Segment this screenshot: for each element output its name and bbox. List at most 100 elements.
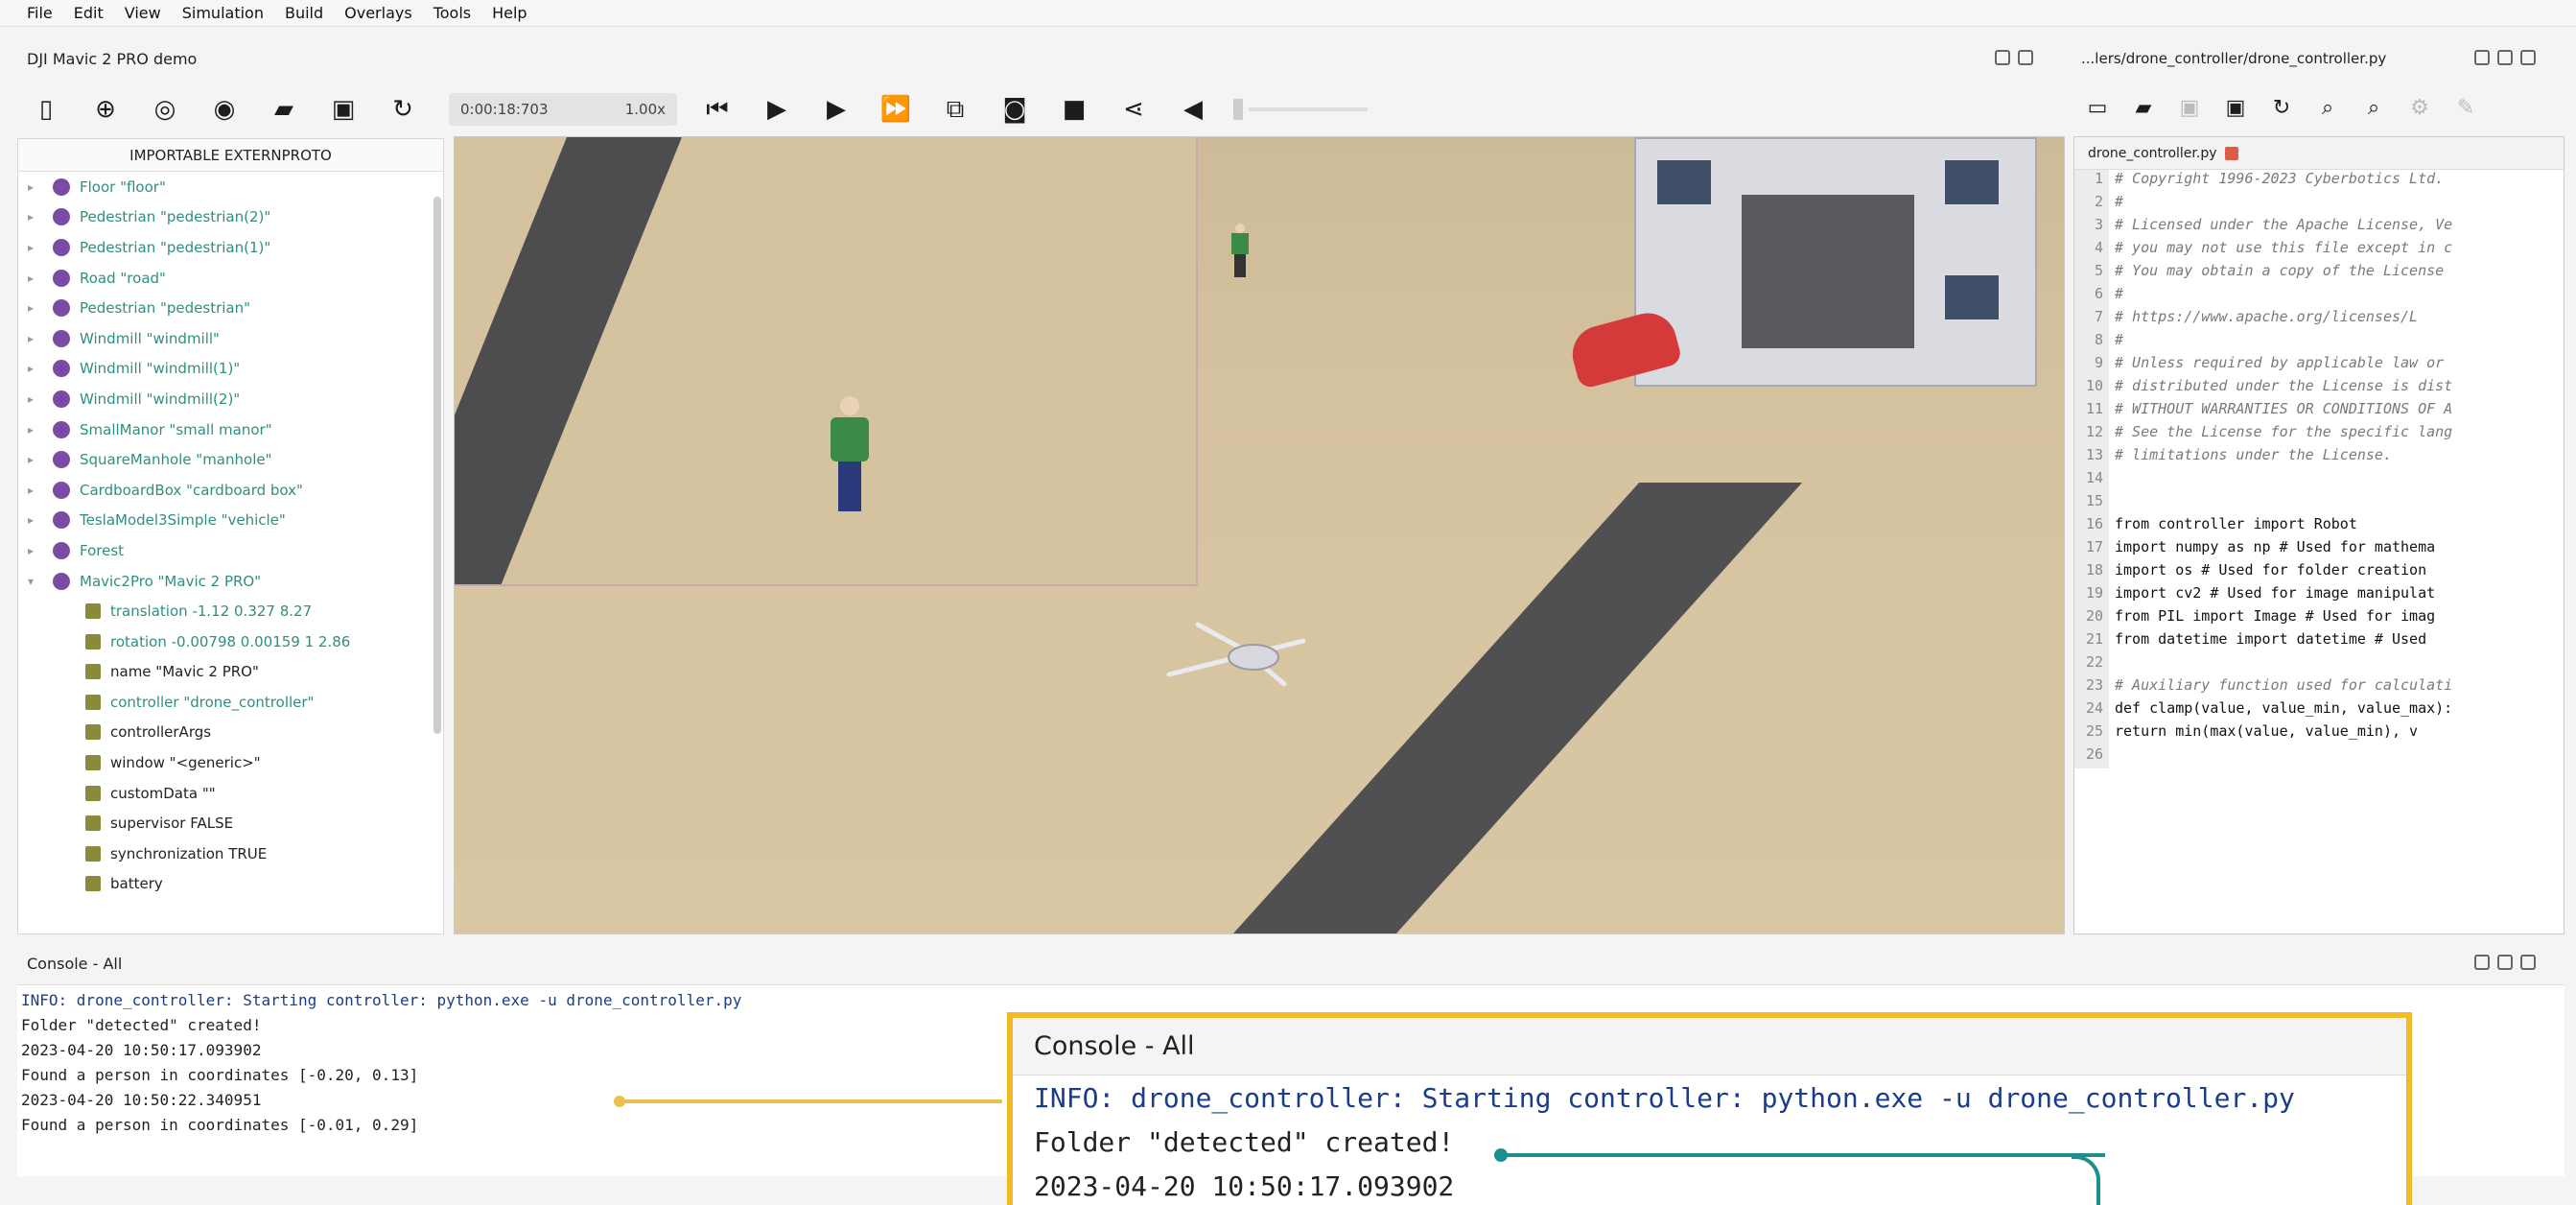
- scene-tree-item[interactable]: controller "drone_controller": [18, 687, 443, 718]
- expand-arrow-icon[interactable]: ▸: [28, 210, 45, 224]
- code-line[interactable]: 17 import numpy as np # Used for mathema: [2074, 538, 2564, 561]
- expand-arrow-icon[interactable]: ▸: [28, 301, 45, 315]
- volume-slider[interactable]: [1233, 99, 1368, 120]
- scene-tree-item[interactable]: ▾ Mavic2Pro "Mavic 2 PRO": [18, 566, 443, 597]
- scene-tree-item[interactable]: ▸ Windmill "windmill(2)": [18, 384, 443, 414]
- camera-overlay[interactable]: [455, 137, 1198, 586]
- screenshot-icon[interactable]: ◙: [995, 90, 1034, 129]
- scene-tree-item[interactable]: ▸ Pedestrian "pedestrian": [18, 293, 443, 323]
- expand-arrow-icon[interactable]: ▸: [28, 332, 45, 345]
- expand-arrow-icon[interactable]: ▸: [28, 241, 45, 254]
- code-line[interactable]: 14: [2074, 469, 2564, 492]
- scene-tree-item[interactable]: ▸ SmallManor "small manor": [18, 414, 443, 445]
- scene-tree-toggle-icon[interactable]: ▯: [27, 90, 65, 129]
- find-icon[interactable]: ⌕: [2311, 88, 2344, 127]
- expand-arrow-icon[interactable]: ▾: [28, 575, 45, 588]
- save-file-disabled-icon[interactable]: ▣: [2173, 88, 2206, 127]
- code-line[interactable]: 8 #: [2074, 331, 2564, 354]
- record-icon[interactable]: ■: [1055, 90, 1093, 129]
- volume-slider-knob[interactable]: [1233, 99, 1243, 120]
- scene-tree-item[interactable]: ▸ Floor "floor": [18, 172, 443, 202]
- code-line[interactable]: 20 from PIL import Image # Used for imag: [2074, 607, 2564, 630]
- revert-icon[interactable]: ↻: [2265, 88, 2298, 127]
- code-line[interactable]: 25 return min(max(value, value_min), v: [2074, 722, 2564, 745]
- scene-tree-item[interactable]: ▸ Pedestrian "pedestrian(1)": [18, 232, 443, 263]
- 3d-viewport[interactable]: [454, 136, 2065, 934]
- float-window-icon[interactable]: [1995, 50, 2010, 65]
- expand-arrow-icon[interactable]: ▸: [28, 453, 45, 466]
- scene-tree-item[interactable]: translation -1.12 0.327 8.27: [18, 596, 443, 626]
- add-node-icon[interactable]: ⊕: [86, 90, 125, 129]
- code-line[interactable]: 9 # Unless required by applicable law or: [2074, 354, 2564, 377]
- reload-world-icon[interactable]: ↻: [384, 90, 422, 129]
- scene-tree-item[interactable]: customData "": [18, 778, 443, 809]
- save-world-icon[interactable]: ▣: [324, 90, 363, 129]
- scene-tree-item[interactable]: window "<generic>": [18, 747, 443, 778]
- build-icon[interactable]: ⚙: [2403, 88, 2436, 127]
- close-window-icon[interactable]: [2520, 955, 2536, 970]
- menu-simulation[interactable]: Simulation: [182, 4, 264, 22]
- code-line[interactable]: 1 # Copyright 1996-2023 Cyberbotics Ltd.: [2074, 170, 2564, 193]
- code-line[interactable]: 15: [2074, 492, 2564, 515]
- scene-tree-item[interactable]: supervisor FALSE: [18, 808, 443, 839]
- code-line[interactable]: 11 # WITHOUT WARRANTIES OR CONDITIONS OF …: [2074, 400, 2564, 423]
- expand-arrow-icon[interactable]: ▸: [28, 544, 45, 557]
- maximize-window-icon[interactable]: [2018, 50, 2033, 65]
- editor-tab[interactable]: drone_controller.py: [2074, 137, 2564, 170]
- expand-arrow-icon[interactable]: ▸: [28, 513, 45, 527]
- reset-icon[interactable]: ⏮: [698, 90, 737, 129]
- scene-tree-header[interactable]: IMPORTABLE EXTERNPROTO: [18, 139, 443, 172]
- new-file-icon[interactable]: ▭: [2081, 88, 2114, 127]
- code-line[interactable]: 13 # limitations under the License.: [2074, 446, 2564, 469]
- code-line[interactable]: 12 # See the License for the specific lan…: [2074, 423, 2564, 446]
- step-icon[interactable]: ▶︎: [758, 90, 796, 129]
- replace-icon[interactable]: ⌕: [2357, 88, 2390, 127]
- expand-arrow-icon[interactable]: ▸: [28, 272, 45, 285]
- scene-tree-item[interactable]: controllerArgs: [18, 718, 443, 748]
- maximize-window-icon[interactable]: [2497, 955, 2513, 970]
- menu-tools[interactable]: Tools: [433, 4, 471, 22]
- scene-tree-item[interactable]: ▸ Windmill "windmill(1)": [18, 354, 443, 385]
- code-line[interactable]: 16 from controller import Robot: [2074, 515, 2564, 538]
- scene-tree-item[interactable]: name "Mavic 2 PRO": [18, 657, 443, 688]
- play-icon[interactable]: ▶: [817, 90, 855, 129]
- code-line[interactable]: 18 import os # Used for folder creation: [2074, 561, 2564, 584]
- menu-edit[interactable]: Edit: [74, 4, 104, 22]
- float-window-icon[interactable]: [2474, 955, 2490, 970]
- scene-tree-item[interactable]: ▸ Pedestrian "pedestrian(2)": [18, 202, 443, 233]
- code-line[interactable]: 21 from datetime import datetime # Used: [2074, 630, 2564, 653]
- code-line[interactable]: 6 #: [2074, 285, 2564, 308]
- code-line[interactable]: 19 import cv2 # Used for image manipulat: [2074, 584, 2564, 607]
- close-tab-icon[interactable]: [2224, 146, 2238, 160]
- scene-tree-item[interactable]: ▸ CardboardBox "cardboard box": [18, 475, 443, 506]
- sound-icon[interactable]: ◀: [1174, 90, 1212, 129]
- scene-tree-item[interactable]: battery: [18, 869, 443, 900]
- clean-icon[interactable]: ✎: [2449, 88, 2482, 127]
- expand-arrow-icon[interactable]: ▸: [28, 392, 45, 406]
- menu-help[interactable]: Help: [492, 4, 527, 22]
- code-line[interactable]: 26: [2074, 745, 2564, 768]
- code-line[interactable]: 24 def clamp(value, value_min, value_max)…: [2074, 699, 2564, 722]
- save-as-icon[interactable]: ▣: [2219, 88, 2252, 127]
- expand-arrow-icon[interactable]: ▸: [28, 180, 45, 194]
- scene-tree-item[interactable]: synchronization TRUE: [18, 839, 443, 869]
- code-line[interactable]: 4 # you may not use this file except in c: [2074, 239, 2564, 262]
- code-line[interactable]: 5 # You may obtain a copy of the License: [2074, 262, 2564, 285]
- code-editor[interactable]: drone_controller.py 1 # Copyright 1996-20…: [2073, 136, 2564, 934]
- code-area[interactable]: 1 # Copyright 1996-2023 Cyberbotics Ltd. 2…: [2074, 170, 2564, 768]
- menu-build[interactable]: Build: [285, 4, 323, 22]
- open-file-icon[interactable]: ▰: [2127, 88, 2160, 127]
- scene-tree-item[interactable]: ▸ Windmill "windmill": [18, 323, 443, 354]
- float-window-icon[interactable]: [2474, 50, 2490, 65]
- eye-icon[interactable]: ◉: [205, 90, 244, 129]
- code-line[interactable]: 10 # distributed under the License is dis…: [2074, 377, 2564, 400]
- menu-view[interactable]: View: [125, 4, 161, 22]
- scene-tree-item[interactable]: ▸ TeslaModel3Simple "vehicle": [18, 506, 443, 536]
- maximize-window-icon[interactable]: [2497, 50, 2513, 65]
- menu-file[interactable]: File: [27, 4, 53, 22]
- code-line[interactable]: 22: [2074, 653, 2564, 676]
- scene-tree-scrollbar[interactable]: [433, 197, 441, 734]
- code-line[interactable]: 2 #: [2074, 193, 2564, 216]
- share-icon[interactable]: ⋖: [1114, 90, 1153, 129]
- scene-tree-item[interactable]: rotation -0.00798 0.00159 1 2.86: [18, 626, 443, 657]
